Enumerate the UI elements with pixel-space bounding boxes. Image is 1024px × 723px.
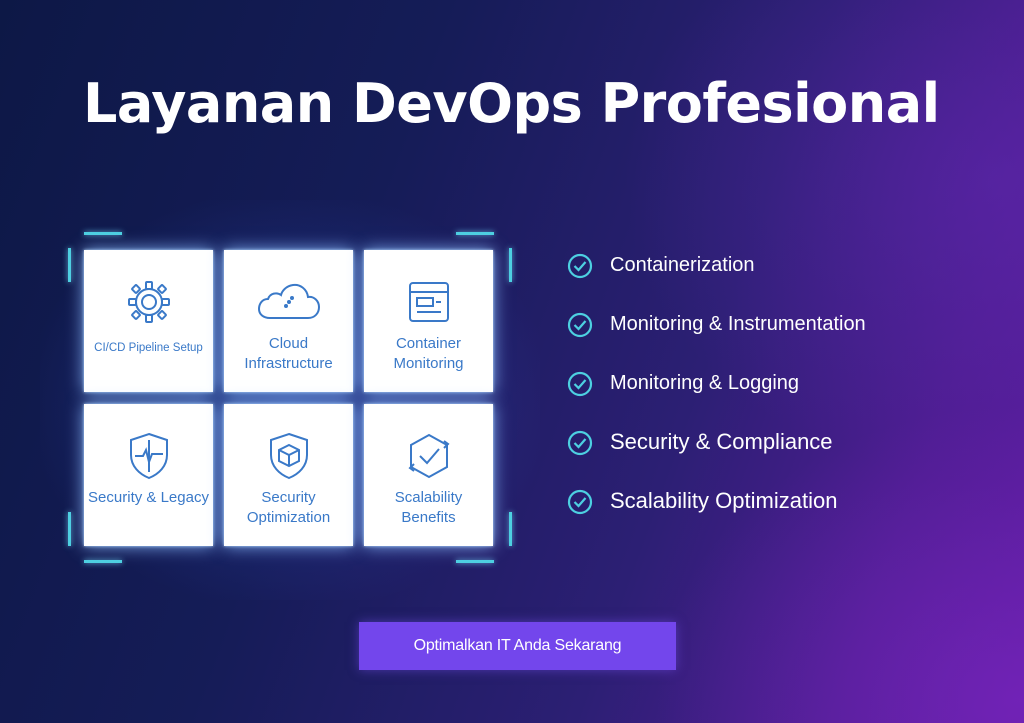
service-card-container-monitoring[interactable]: Container Monitoring xyxy=(364,250,493,392)
frame-bracket-right-top xyxy=(509,248,512,282)
cta-button[interactable]: Optimalkan IT Anda Sekarang xyxy=(359,622,676,670)
frame-bracket-left-top xyxy=(68,248,71,282)
feature-item: Monitoring & Instrumentation xyxy=(566,307,866,366)
feature-text: Scalability Optimization xyxy=(610,488,838,513)
service-label: Scalability Benefits xyxy=(394,489,463,526)
service-label: Security Optimization xyxy=(246,489,331,526)
feature-item: Monitoring & Logging xyxy=(566,366,866,425)
feature-text: Monitoring & Instrumentation xyxy=(610,313,866,335)
gear-icon xyxy=(84,276,213,328)
container-window-icon xyxy=(364,276,493,328)
service-label: Container Monitoring xyxy=(393,335,464,372)
page-title: Layanan DevOps Profesional xyxy=(83,72,940,135)
frame-bracket-top-right xyxy=(456,232,494,235)
feature-text: Security & Compliance xyxy=(610,429,833,454)
service-card-cicd[interactable]: CI/CD Pipeline Setup xyxy=(84,250,213,392)
frame-bracket-right-bottom xyxy=(509,512,512,546)
feature-item: Security & Compliance xyxy=(566,425,866,484)
service-label: CI/CD Pipeline Setup xyxy=(94,342,203,354)
frame-bracket-bottom-left xyxy=(84,560,122,563)
shield-box-icon xyxy=(224,430,353,482)
frame-bracket-left-bottom xyxy=(68,512,71,546)
frame-bracket-top-left xyxy=(84,232,122,235)
service-card-cloud[interactable]: Cloud Infrastructure xyxy=(224,250,353,392)
check-circle-icon xyxy=(567,312,593,338)
service-label: Security & Legacy xyxy=(88,489,209,506)
service-card-security-legacy[interactable]: Security & Legacy xyxy=(84,404,213,546)
feature-text: Monitoring & Logging xyxy=(610,372,800,394)
feature-item: Scalability Optimization xyxy=(566,484,866,543)
service-card-security-optimization[interactable]: Security Optimization xyxy=(224,404,353,546)
check-circle-icon xyxy=(567,430,593,456)
frame-bracket-bottom-right xyxy=(456,560,494,563)
feature-list: Containerization Monitoring & Instrument… xyxy=(566,248,866,543)
service-label: Cloud Infrastructure xyxy=(244,335,333,372)
cycle-check-icon xyxy=(364,430,493,482)
feature-text: Containerization xyxy=(610,254,755,276)
check-circle-icon xyxy=(567,371,593,397)
services-grid: CI/CD Pipeline Setup Cloud Infrastructur… xyxy=(68,232,512,564)
cloud-icon xyxy=(224,276,353,328)
shield-pulse-icon xyxy=(84,430,213,482)
service-card-scalability[interactable]: Scalability Benefits xyxy=(364,404,493,546)
feature-item: Containerization xyxy=(566,248,866,307)
check-circle-icon xyxy=(567,489,593,515)
check-circle-icon xyxy=(567,253,593,279)
